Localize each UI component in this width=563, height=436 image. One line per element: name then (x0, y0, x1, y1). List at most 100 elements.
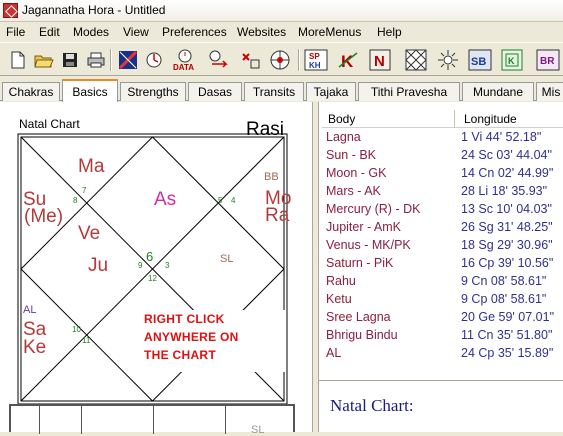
column-header-body[interactable]: Body (328, 112, 355, 126)
planet-ascendant: As (154, 189, 177, 210)
menu-bar: File Edit Modes View Preferences Website… (0, 22, 563, 42)
table-row[interactable]: Venus - MK/PK 18 Sg 29' 30.96" (322, 237, 563, 255)
sree-lagna-label: SL (220, 253, 234, 265)
row-body: Sree Lagna (326, 310, 391, 324)
tab-more[interactable]: Mis (536, 82, 563, 101)
toolbar: DATA SPKH K N SB K BR (0, 42, 563, 76)
row-longitude: 24 Sc 03' 44.04" (461, 148, 552, 162)
row-body: Moon - GK (326, 166, 387, 180)
row-body: Saturn - PiK (326, 256, 394, 270)
row-body: AL (326, 346, 342, 360)
house-number-5: 5 (218, 196, 223, 205)
row-body: Sun - BK (326, 148, 377, 162)
house-number-3: 3 (165, 261, 170, 270)
house-number-12: 12 (148, 274, 157, 283)
planet-mars: Ma (78, 156, 105, 177)
row-longitude: 28 Li 18' 35.93" (461, 184, 548, 198)
bhrigu-bindu-label: BB (264, 171, 279, 183)
chart-style-icon[interactable] (116, 48, 140, 72)
tab-tajaka[interactable]: Tajaka (306, 82, 356, 101)
move-icon[interactable] (238, 48, 262, 72)
br-label: BR (540, 56, 555, 67)
table-row[interactable]: Saturn - PiK 16 Cp 39' 10.56" (322, 255, 563, 273)
transit-icon[interactable] (208, 48, 232, 72)
menu-view[interactable]: View (123, 25, 149, 39)
grid-divider (39, 406, 40, 434)
planet-rahu: Ra (265, 205, 290, 226)
table-row[interactable]: AL 24 Cp 35' 15.89" (322, 345, 563, 363)
table-row[interactable]: Mars - AK 28 Li 18' 35.93" (322, 183, 563, 201)
tab-strengths[interactable]: Strengths (120, 82, 186, 101)
menu-file[interactable]: File (6, 25, 25, 39)
tab-mundane[interactable]: Mundane (462, 82, 534, 101)
k-label: K (341, 52, 354, 71)
grid-divider (81, 406, 82, 434)
tab-transits[interactable]: Transits (244, 82, 304, 101)
row-longitude: 16 Cp 39' 10.56" (461, 256, 554, 270)
table-row[interactable]: Moon - GK 14 Cn 02' 44.99" (322, 165, 563, 183)
sp-label: SP (309, 52, 320, 61)
sp-kh-icon[interactable]: SP KH (304, 48, 328, 72)
planet-ketu: Ke (23, 337, 47, 358)
row-longitude: 24 Cp 35' 15.89" (461, 346, 554, 360)
table-row[interactable]: Lagna 1 Vi 44' 52.18" (322, 129, 563, 147)
n-icon[interactable]: N (368, 48, 392, 72)
print-icon[interactable] (84, 48, 108, 72)
table-row[interactable]: Jupiter - AmK 26 Sg 31' 48.25" (322, 219, 563, 237)
k-box-icon[interactable]: K (500, 48, 524, 72)
secondary-chart[interactable]: SL (9, 404, 295, 436)
sun-dial-icon[interactable] (142, 48, 166, 72)
planet-mercury: (Me) (24, 206, 64, 227)
row-body: Jupiter - AmK (326, 220, 402, 234)
table-row[interactable]: Rahu 9 Cn 08' 58.61" (322, 273, 563, 291)
column-header-longitude[interactable]: Longitude (464, 112, 517, 126)
planet-jupiter: Ju (88, 255, 109, 276)
table-row[interactable]: Sun - BK 24 Sc 03' 44.04" (322, 147, 563, 165)
br-icon[interactable]: BR (536, 48, 560, 72)
table-row[interactable]: Ketu 9 Cp 08' 58.61" (322, 291, 563, 309)
menu-preferences[interactable]: Preferences (162, 25, 227, 39)
natal-chart-heading: Natal Chart: (330, 396, 414, 415)
planet-venus: Ve (78, 223, 101, 244)
row-longitude: 9 Cn 08' 58.61" (461, 274, 547, 288)
menu-help[interactable]: Help (377, 25, 402, 39)
row-longitude: 9 Cp 08' 58.61" (461, 292, 547, 306)
rotate-icon[interactable] (268, 48, 292, 72)
notice-line-1: RIGHT CLICK (144, 312, 225, 326)
save-icon[interactable] (58, 48, 82, 72)
menu-edit[interactable]: Edit (39, 25, 60, 39)
menu-websites[interactable]: Websites (237, 25, 286, 39)
table-row[interactable]: Mercury (R) - DK 13 Sc 10' 04.03" (322, 201, 563, 219)
arudha-lagna-label: AL (23, 304, 37, 316)
tab-dasas[interactable]: Dasas (188, 82, 242, 101)
row-longitude: 20 Ge 59' 07.01" (461, 310, 555, 324)
grid-divider (225, 406, 226, 434)
row-longitude: 1 Vi 44' 52.18" (461, 130, 542, 144)
chart-icon[interactable] (404, 48, 428, 72)
rasi-chart[interactable] (0, 102, 313, 432)
row-body: Bhrigu Bindu (326, 328, 398, 342)
n-label: N (374, 53, 385, 70)
menu-moremenus[interactable]: MoreMenus (298, 25, 361, 39)
sb-icon[interactable]: SB (468, 48, 492, 72)
tab-chakras[interactable]: Chakras (2, 82, 60, 101)
secondary-sree-lagna-label: SL (251, 424, 265, 436)
tab-basics[interactable]: Basics (62, 79, 118, 102)
row-longitude: 13 Sc 10' 04.03" (461, 202, 552, 216)
row-longitude: 14 Cn 02' 44.99" (461, 166, 554, 180)
table-row[interactable]: Sree Lagna 20 Ge 59' 07.01" (322, 309, 563, 327)
sun-icon[interactable] (436, 48, 460, 72)
data-icon[interactable]: DATA (172, 48, 196, 72)
row-body: Ketu (326, 292, 352, 306)
pane-splitter[interactable] (319, 380, 563, 382)
menu-modes[interactable]: Modes (73, 25, 109, 39)
tab-tithi-pravesha[interactable]: Tithi Pravesha (358, 82, 460, 101)
chart-name: Rasi (246, 119, 285, 140)
new-file-icon[interactable] (6, 48, 30, 72)
open-folder-icon[interactable] (32, 48, 56, 72)
k-box-label: K (508, 56, 515, 66)
k-icon[interactable]: K (336, 48, 360, 72)
right-click-notice: RIGHT CLICK ANYWHERE ON THE CHART (144, 310, 286, 372)
table-row[interactable]: Bhrigu Bindu 11 Cn 35' 51.80" (322, 327, 563, 345)
title-bar: Jagannatha Hora - Untitled (0, 0, 563, 22)
